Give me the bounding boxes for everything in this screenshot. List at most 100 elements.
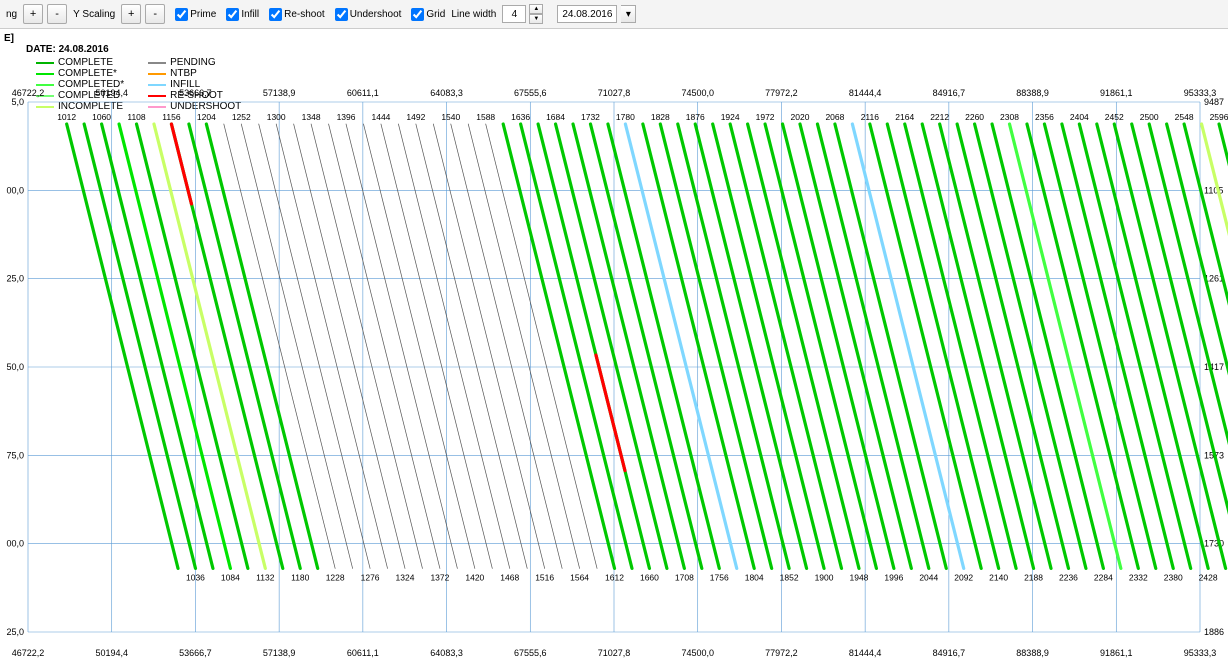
svg-text:1060: 1060	[92, 112, 111, 122]
svg-text:53666,7: 53666,7	[179, 648, 212, 658]
svg-text:67555,6: 67555,6	[514, 648, 547, 658]
svg-text:84916,7: 84916,7	[933, 648, 966, 658]
svg-text:57138,9: 57138,9	[263, 648, 296, 658]
svg-text:2356: 2356	[1035, 112, 1054, 122]
undershoot-checkbox-label: Undershoot	[350, 9, 402, 20]
svg-text:00,0: 00,0	[6, 539, 24, 549]
svg-text:2236: 2236	[1059, 572, 1078, 582]
svg-text:2404: 2404	[1070, 112, 1089, 122]
svg-text:1180: 1180	[291, 572, 310, 582]
svg-text:2284: 2284	[1094, 572, 1113, 582]
svg-text:2548: 2548	[1175, 112, 1194, 122]
svg-text:2500: 2500	[1140, 112, 1159, 122]
svg-text:2044: 2044	[919, 572, 938, 582]
legend-swatch	[148, 62, 166, 64]
chart-area[interactable]: 46722,246722,250194,450194,453666,753666…	[0, 82, 1228, 662]
xscale-minus-button[interactable]: -	[47, 4, 67, 24]
svg-text:1348: 1348	[302, 112, 321, 122]
svg-text:1300: 1300	[267, 112, 286, 122]
date-field[interactable]: 24.08.2016	[557, 5, 617, 23]
svg-text:1804: 1804	[745, 572, 764, 582]
reshoot-checkbox-input[interactable]	[269, 8, 282, 21]
undershoot-checkbox[interactable]: Undershoot	[335, 8, 402, 21]
legend-item: COMPLETE*	[36, 68, 124, 79]
svg-text:81444,4: 81444,4	[849, 88, 882, 98]
svg-text:1324: 1324	[396, 572, 415, 582]
svg-text:1660: 1660	[640, 572, 659, 582]
svg-text:75,0: 75,0	[6, 450, 24, 460]
linewidth-value[interactable]: 4	[502, 5, 526, 23]
svg-text:50,0: 50,0	[6, 362, 24, 372]
svg-text:1780: 1780	[616, 112, 635, 122]
reshoot-checkbox[interactable]: Re-shoot	[269, 8, 325, 21]
svg-text:00,0: 00,0	[6, 185, 24, 195]
prime-checkbox[interactable]: Prime	[175, 8, 216, 21]
svg-text:2428: 2428	[1199, 572, 1218, 582]
svg-text:1708: 1708	[675, 572, 694, 582]
svg-text:60611,1: 60611,1	[347, 648, 379, 658]
svg-text:60611,1: 60611,1	[347, 88, 379, 98]
svg-text:81444,4: 81444,4	[849, 648, 882, 658]
svg-text:57138,9: 57138,9	[263, 88, 296, 98]
svg-text:1468: 1468	[500, 572, 519, 582]
svg-text:88388,9: 88388,9	[1016, 88, 1049, 98]
svg-text:74500,0: 74500,0	[681, 88, 714, 98]
legend-swatch	[36, 62, 54, 64]
svg-text:1588: 1588	[476, 112, 495, 122]
undershoot-checkbox-input[interactable]	[335, 8, 348, 21]
xscale-plus-button[interactable]: +	[23, 4, 43, 24]
svg-text:84916,7: 84916,7	[933, 88, 966, 98]
svg-text:91861,1: 91861,1	[1100, 648, 1133, 658]
grid-checkbox[interactable]: Grid	[411, 8, 445, 21]
svg-text:2332: 2332	[1129, 572, 1148, 582]
svg-text:1636: 1636	[511, 112, 530, 122]
date-picker-button[interactable]: ▾	[621, 5, 636, 23]
svg-text:9487: 9487	[1204, 97, 1224, 107]
svg-text:1492: 1492	[406, 112, 425, 122]
yscale-minus-button[interactable]: -	[145, 4, 165, 24]
svg-text:1417: 1417	[1204, 362, 1224, 372]
prime-checkbox-input[interactable]	[175, 8, 188, 21]
legend-label: COMPLETE	[58, 57, 113, 68]
xscaling-label-cut: ng	[4, 9, 19, 20]
svg-text:88388,9: 88388,9	[1016, 648, 1049, 658]
svg-text:2092: 2092	[954, 572, 973, 582]
chart-header: E] DATE: 24.08.2016	[0, 29, 1228, 57]
svg-text:1084: 1084	[221, 572, 240, 582]
linewidth-down-button[interactable]: ▼	[529, 14, 543, 24]
svg-text:1684: 1684	[546, 112, 565, 122]
svg-text:1828: 1828	[651, 112, 670, 122]
svg-text:2308: 2308	[1000, 112, 1019, 122]
grid-checkbox-label: Grid	[426, 9, 445, 20]
svg-text:1372: 1372	[430, 572, 449, 582]
svg-text:1444: 1444	[371, 112, 390, 122]
svg-text:46722,2: 46722,2	[12, 648, 45, 658]
svg-text:64083,3: 64083,3	[430, 648, 463, 658]
svg-text:50194,4: 50194,4	[95, 648, 128, 658]
svg-text:91861,1: 91861,1	[1100, 88, 1133, 98]
linewidth-up-button[interactable]: ▲	[529, 4, 543, 14]
legend-item: COMPLETE	[36, 57, 124, 68]
svg-text:1156: 1156	[162, 112, 181, 122]
yscale-plus-button[interactable]: +	[121, 4, 141, 24]
chart-date-label: DATE: 24.08.2016	[26, 44, 1220, 55]
svg-text:2260: 2260	[965, 112, 984, 122]
legend-label: COMPLETE*	[58, 68, 117, 79]
svg-text:1852: 1852	[780, 572, 799, 582]
svg-text:5,0: 5,0	[11, 97, 24, 107]
legend-label: NTBP	[170, 68, 197, 79]
infill-checkbox-input[interactable]	[226, 8, 239, 21]
infill-checkbox[interactable]: Infill	[226, 8, 259, 21]
svg-text:1108: 1108	[127, 112, 146, 122]
legend-swatch	[148, 73, 166, 75]
svg-text:1012: 1012	[57, 112, 76, 122]
infill-checkbox-label: Infill	[241, 9, 259, 20]
grid-checkbox-input[interactable]	[411, 8, 424, 21]
svg-text:1204: 1204	[197, 112, 216, 122]
svg-text:1732: 1732	[581, 112, 600, 122]
svg-text:1516: 1516	[535, 572, 554, 582]
legend-swatch	[36, 73, 54, 75]
svg-text:77972,2: 77972,2	[765, 648, 798, 658]
svg-text:1228: 1228	[326, 572, 345, 582]
linewidth-spinner[interactable]: ▲ ▼	[529, 4, 543, 24]
